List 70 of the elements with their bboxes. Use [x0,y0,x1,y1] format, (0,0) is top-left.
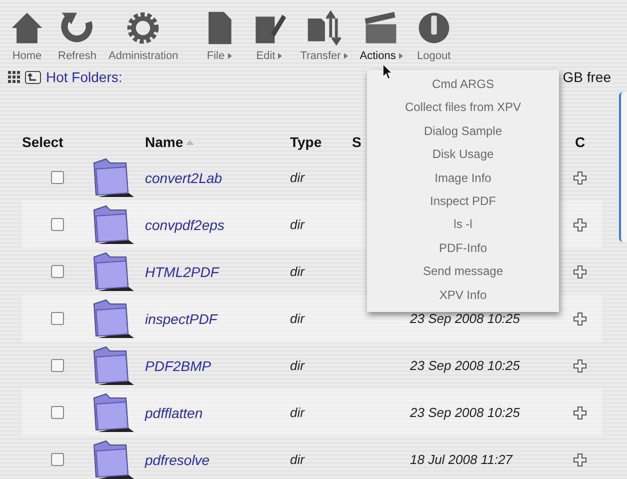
toolbar-button[interactable]: Administration [102,9,184,62]
toolbar-button[interactable]: Transfer [294,9,354,62]
home-button[interactable]: Home [2,9,52,62]
menu-item[interactable]: Cmd ARGS [367,73,559,96]
toolbar-button[interactable]: Refresh [52,9,103,62]
menu-item[interactable]: Image Info [367,166,559,190]
checkbox[interactable] [50,406,64,419]
column-header: S [352,134,362,150]
folder-link[interactable]: inspectPDF [145,310,218,326]
folder-icon [92,298,136,340]
menu-item[interactable]: Send message [367,260,559,284]
table-cell: 23 Sep 2008 10:25 [410,404,520,420]
toolbar-button[interactable]: Edit [244,9,294,62]
checkbox[interactable] [50,171,64,184]
menu-item[interactable]: Disk Usage [367,143,559,167]
menu-item[interactable]: XPV Info [367,284,559,307]
folder-up-icon[interactable] [25,70,41,84]
checkbox[interactable] [50,218,64,231]
folder-link[interactable]: convpdf2eps [145,216,224,232]
folder-icon [92,250,136,292]
plus-icon[interactable] [573,170,587,184]
folder-link[interactable]: PDF2BMP [145,358,212,374]
plus-icon[interactable] [573,218,587,232]
table-cell: 23 Sep 2008 10:25 [410,310,520,326]
transfer-icon [305,9,343,47]
toolbar-button[interactable]: Logout [408,9,459,62]
folder-icon [92,204,136,246]
table-cell: dir [290,358,304,372]
column-header: Select [22,134,64,150]
column-header: Type [290,134,323,150]
folder-link[interactable]: HTML2PDF [145,264,219,280]
folder-link[interactable]: pdfresolve [145,452,210,468]
table-cell: dir [290,264,304,278]
folder-link[interactable]: pdfflatten [145,404,203,420]
column-header[interactable]: Name [145,134,184,150]
menu-item[interactable]: Inspect PDF [367,190,559,214]
folder-icon [92,438,136,479]
toolbar-button[interactable]: File [194,9,244,62]
folder-icon [92,392,136,434]
folder-icon [92,344,136,386]
plus-icon[interactable] [573,358,587,372]
table-cell: dir [290,216,304,232]
mouse-cursor-icon [383,64,393,80]
grid-icon[interactable] [8,71,20,83]
menu-item[interactable]: Collect files from XPV [367,96,559,120]
table-cell: 23 Sep 2008 10:25 [410,358,520,372]
checkbox[interactable] [50,265,64,278]
checkbox[interactable] [50,312,64,325]
menu-item[interactable]: PDF-Info [367,236,559,260]
column-header: C [574,134,586,150]
folder-icon [92,156,136,198]
scrollbar[interactable] [619,92,627,242]
plus-icon[interactable] [573,452,587,466]
plus-icon[interactable] [573,406,587,420]
table-cell: dir [290,452,304,466]
checkbox[interactable] [50,453,64,466]
table-cell: dir [290,404,304,420]
table-cell: dir [290,310,304,326]
toolbar-button[interactable]: Actions [354,9,409,62]
plus-icon[interactable] [573,312,587,326]
menu-item[interactable]: Dialog Sample [367,120,559,144]
free-space-label: GB free [562,69,611,85]
sort-arrow-icon [186,140,194,144]
menu-item[interactable]: ls -l [367,213,559,237]
table-cell: 18 Jul 2008 11:27 [410,452,512,466]
table-cell: dir [290,170,304,184]
location-title: Hot Folders: [46,69,122,85]
folder-link[interactable]: convert2Lab [145,170,222,186]
checkbox[interactable] [50,359,64,372]
plus-icon[interactable] [573,264,587,278]
